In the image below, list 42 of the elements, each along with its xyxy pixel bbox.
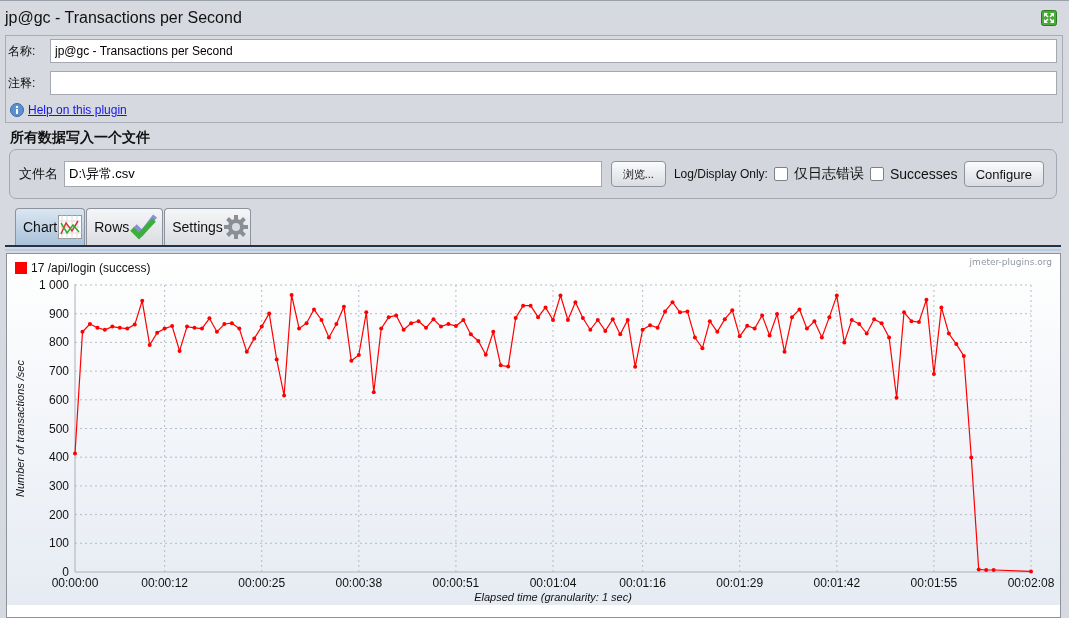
browse-button[interactable]: 浏览... [610, 161, 666, 187]
y-tick-label: 200 [48, 507, 69, 522]
x-tick-label: 00:00:51 [432, 576, 480, 590]
x-axis-label: Elapsed time (granularity: 1 sec) [474, 591, 632, 603]
credit-text: jmeter-plugins.org [969, 257, 1052, 267]
checkbox-label: Successes [889, 166, 958, 182]
y-tick-label: 400 [48, 450, 69, 465]
name-field[interactable]: jp@gc - Transactions per Second [50, 39, 1057, 63]
y-tick-label: 600 [48, 392, 69, 407]
y-tick-label: 500 [48, 421, 69, 436]
x-tick-label: 00:00:25 [238, 576, 286, 590]
y-tick-label: 700 [48, 364, 69, 379]
x-tick-label: 00:02:08 [1007, 576, 1055, 590]
tab[interactable]: Rows [86, 208, 164, 245]
help-link[interactable]: Help on this plugin [28, 103, 127, 117]
configure-button[interactable]: Configure [963, 161, 1044, 187]
x-tick-label: 00:01:29 [716, 576, 764, 590]
log-label: Log/Display Only: [673, 167, 768, 181]
field-label: 名称: [8, 42, 37, 60]
x-tick-label: 00:00:38 [335, 576, 383, 590]
tab[interactable]: Chart [15, 208, 86, 245]
x-tick-label: 00:01:16 [619, 576, 666, 590]
legend-label: 17 /api/login (success) [31, 261, 151, 275]
y-tick-label: 800 [48, 335, 69, 350]
y-tick-label: 1 000 [38, 278, 69, 292]
x-tick-label: 00:00:12 [141, 576, 188, 590]
file-field[interactable]: D:\异常.csv [64, 161, 602, 187]
x-tick-label: 00:01:42 [813, 576, 861, 590]
field-label: 文件名 [19, 165, 58, 183]
y-tick-label: 100 [48, 536, 69, 551]
x-tick-label: 00:01:55 [910, 576, 958, 590]
y-tick-label: 300 [48, 478, 69, 493]
tab[interactable]: Settings [164, 208, 251, 245]
checkbox-label: 仅日志错误 [793, 165, 864, 183]
y-axis-label: Number of transactions /sec [14, 360, 26, 497]
field-label: 注释: [8, 74, 37, 92]
x-tick-label: 00:00:00 [51, 576, 99, 590]
y-tick-label: 0 [62, 565, 69, 579]
y-tick-label: 900 [48, 306, 69, 321]
window-title: jp@gc - Transactions per Second [5, 9, 242, 27]
x-tick-label: 00:01:04 [529, 576, 577, 590]
section-heading: 所有数据写入一个文件 [10, 129, 151, 147]
